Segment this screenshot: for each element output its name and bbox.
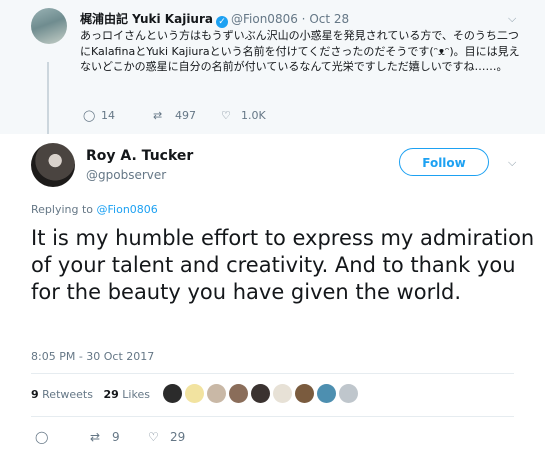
retweets-label[interactable]: Retweets (42, 388, 93, 401)
liker-avatar[interactable] (273, 384, 292, 403)
liker-avatar[interactable] (251, 384, 270, 403)
replying-to-label: Replying to (31, 203, 94, 216)
divider (31, 373, 514, 374)
likes-label[interactable]: Likes (122, 388, 150, 401)
chevron-down-icon[interactable]: ⌵ (508, 12, 516, 26)
original-tweet-text: あっロイさんという方はもうずいぶん沢山の小惑星を発見されている方で、そのうち二つ… (80, 29, 520, 73)
avatar-reply[interactable] (31, 143, 75, 187)
original-handle[interactable]: @Fion0806 (231, 12, 298, 26)
likes-count[interactable]: 29 (103, 388, 118, 401)
like-icon[interactable]: ♡ (148, 430, 170, 444)
original-sep: · (297, 12, 310, 26)
reply-tweet-text: It is my humble effort to express my adm… (31, 226, 535, 304)
retweet-icon[interactable]: ⇄ (153, 109, 175, 122)
reply-actions: ◯ ⇄ 9 ♡ 29 (35, 430, 185, 444)
retweet-icon[interactable]: ⇄ (90, 430, 112, 444)
liker-avatar[interactable] (229, 384, 248, 403)
liker-avatars (163, 384, 361, 406)
chevron-down-icon[interactable]: ⌵ (508, 156, 516, 170)
action-like-count: 29 (170, 430, 186, 444)
avatar-original[interactable] (31, 8, 67, 44)
liker-avatar[interactable] (185, 384, 204, 403)
thread-connector (47, 62, 49, 134)
original-reply-count: 14 (101, 109, 115, 122)
tweet-stats: 9 Retweets 29 Likes (31, 388, 150, 401)
divider (31, 416, 514, 417)
original-author-name[interactable]: 梶浦由記 Yuki Kajiura (80, 12, 213, 26)
replying-to: Replying to @Fion0806 (31, 203, 158, 216)
like-icon[interactable]: ♡ (221, 109, 241, 122)
reply-author-name[interactable]: Roy A. Tucker (86, 148, 193, 164)
liker-avatar[interactable] (317, 384, 336, 403)
action-retweet-count: 9 (112, 430, 120, 444)
original-date[interactable]: Oct 28 (309, 12, 349, 26)
original-retweet-count: 497 (175, 109, 196, 122)
reply-handle[interactable]: @gpobserver (86, 168, 166, 182)
reply-icon[interactable]: ◯ (35, 430, 90, 444)
original-tweet-header: 梶浦由記 Yuki Kajiura ✓ @Fion0806 · Oct 28 (80, 10, 349, 28)
verified-badge-icon: ✓ (216, 16, 228, 28)
original-like-count: 1.0K (241, 109, 266, 122)
liker-avatar[interactable] (207, 384, 226, 403)
replying-to-handle[interactable]: @Fion0806 (97, 203, 158, 216)
original-actions: ◯ 14 ⇄ 497 ♡ 1.0K (83, 109, 266, 122)
retweets-count[interactable]: 9 (31, 388, 39, 401)
follow-button[interactable]: Follow (399, 148, 489, 176)
liker-avatar[interactable] (163, 384, 182, 403)
reply-icon[interactable]: ◯ (83, 109, 101, 122)
tweet-timestamp[interactable]: 8:05 PM - 30 Oct 2017 (31, 350, 154, 363)
liker-avatar[interactable] (295, 384, 314, 403)
liker-avatar[interactable] (339, 384, 358, 403)
